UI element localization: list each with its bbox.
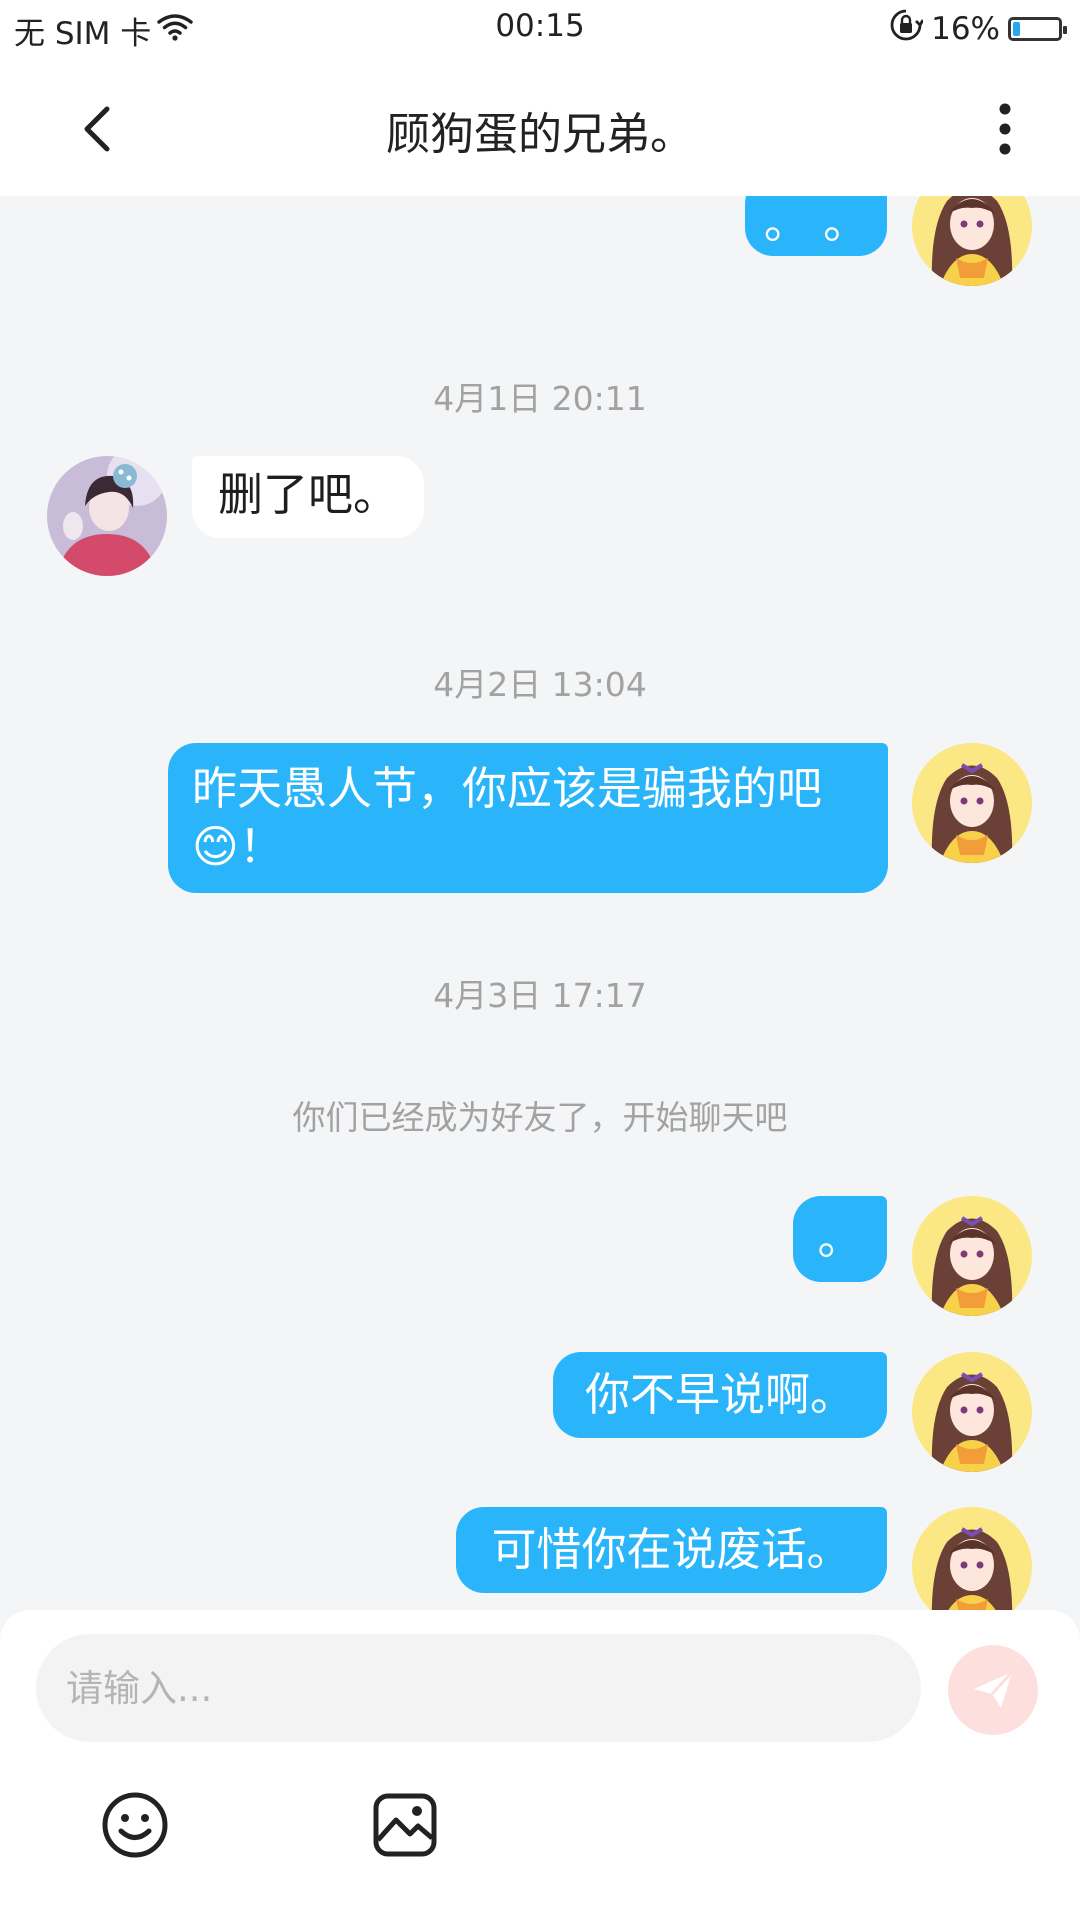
girl-avatar-image xyxy=(912,196,1032,286)
status-right: 16% xyxy=(889,8,1067,50)
message-text: 你不早说啊。 xyxy=(584,1368,855,1421)
battery-level xyxy=(1013,22,1020,36)
message-text: 昨天愚人节，你应该是骗我的吧 xyxy=(192,762,823,815)
paper-plane-icon xyxy=(974,1670,1014,1708)
outgoing-message-bubble[interactable]: 。 xyxy=(793,1196,887,1282)
message-text: 。 xyxy=(817,1212,863,1265)
girl-avatar-image xyxy=(912,1507,1032,1610)
message-list[interactable]: 。 。 4月1日 20:11 删了吧。 4月2日 13:04 昨天愚人节，你应该… xyxy=(0,196,1080,1610)
girl-avatar-image xyxy=(912,1196,1032,1316)
girl-avatar-image xyxy=(912,1352,1032,1472)
image-icon xyxy=(373,1793,437,1857)
battery-percent: 16% xyxy=(931,11,1000,47)
outgoing-message-bubble[interactable]: 昨天愚人节，你应该是骗我的吧 😊！ xyxy=(168,743,888,893)
send-button[interactable] xyxy=(948,1645,1038,1735)
image-button[interactable] xyxy=(370,1790,440,1860)
outgoing-message-bubble[interactable]: 。 。 xyxy=(745,196,887,256)
message-text-tail: ！ xyxy=(238,820,284,873)
message-text: 可惜你在说废话。 xyxy=(491,1523,852,1576)
emoji-button[interactable] xyxy=(100,1790,170,1860)
my-avatar[interactable] xyxy=(912,1507,1032,1610)
chat-screen: 无 SIM 卡 00:15 16% 顾狗蛋的兄弟。 。 。 4月1日 20:11… xyxy=(0,0,1080,1920)
boy-avatar-image xyxy=(47,456,167,576)
outgoing-message-bubble[interactable]: 你不早说啊。 xyxy=(553,1352,887,1438)
chat-header: 顾狗蛋的兄弟。 xyxy=(0,56,1080,196)
message-text: 删了吧。 xyxy=(218,468,399,521)
smiley-face-icon xyxy=(102,1792,168,1858)
message-input[interactable] xyxy=(36,1634,921,1742)
chat-title: 顾狗蛋的兄弟。 xyxy=(386,109,694,160)
more-vertical-icon xyxy=(999,103,1011,155)
timestamp: 4月1日 20:11 xyxy=(433,379,647,418)
timestamp: 4月2日 13:04 xyxy=(433,665,647,704)
more-options-button[interactable] xyxy=(970,94,1040,164)
friend-avatar[interactable] xyxy=(47,456,167,576)
rotation-lock-icon xyxy=(889,8,925,50)
message-text: 。 。 xyxy=(763,196,869,249)
my-avatar[interactable] xyxy=(912,1196,1032,1316)
message-text-line-2: 😊！ xyxy=(192,818,864,876)
timestamp: 4月3日 17:17 xyxy=(433,976,647,1015)
status-bar: 无 SIM 卡 00:15 16% xyxy=(0,0,1080,56)
system-message: 你们已经成为好友了，开始聊天吧 xyxy=(292,1098,788,1137)
my-avatar[interactable] xyxy=(912,1352,1032,1472)
smiling-face-emoji: 😊 xyxy=(192,820,239,873)
outgoing-message-bubble[interactable]: 可惜你在说废话。 xyxy=(456,1507,887,1593)
my-avatar[interactable] xyxy=(912,196,1032,286)
incoming-message-bubble[interactable]: 删了吧。 xyxy=(192,456,425,538)
my-avatar[interactable] xyxy=(912,743,1032,863)
message-composer xyxy=(0,1610,1080,1920)
girl-avatar-image xyxy=(912,743,1032,863)
battery-icon xyxy=(1008,17,1067,41)
